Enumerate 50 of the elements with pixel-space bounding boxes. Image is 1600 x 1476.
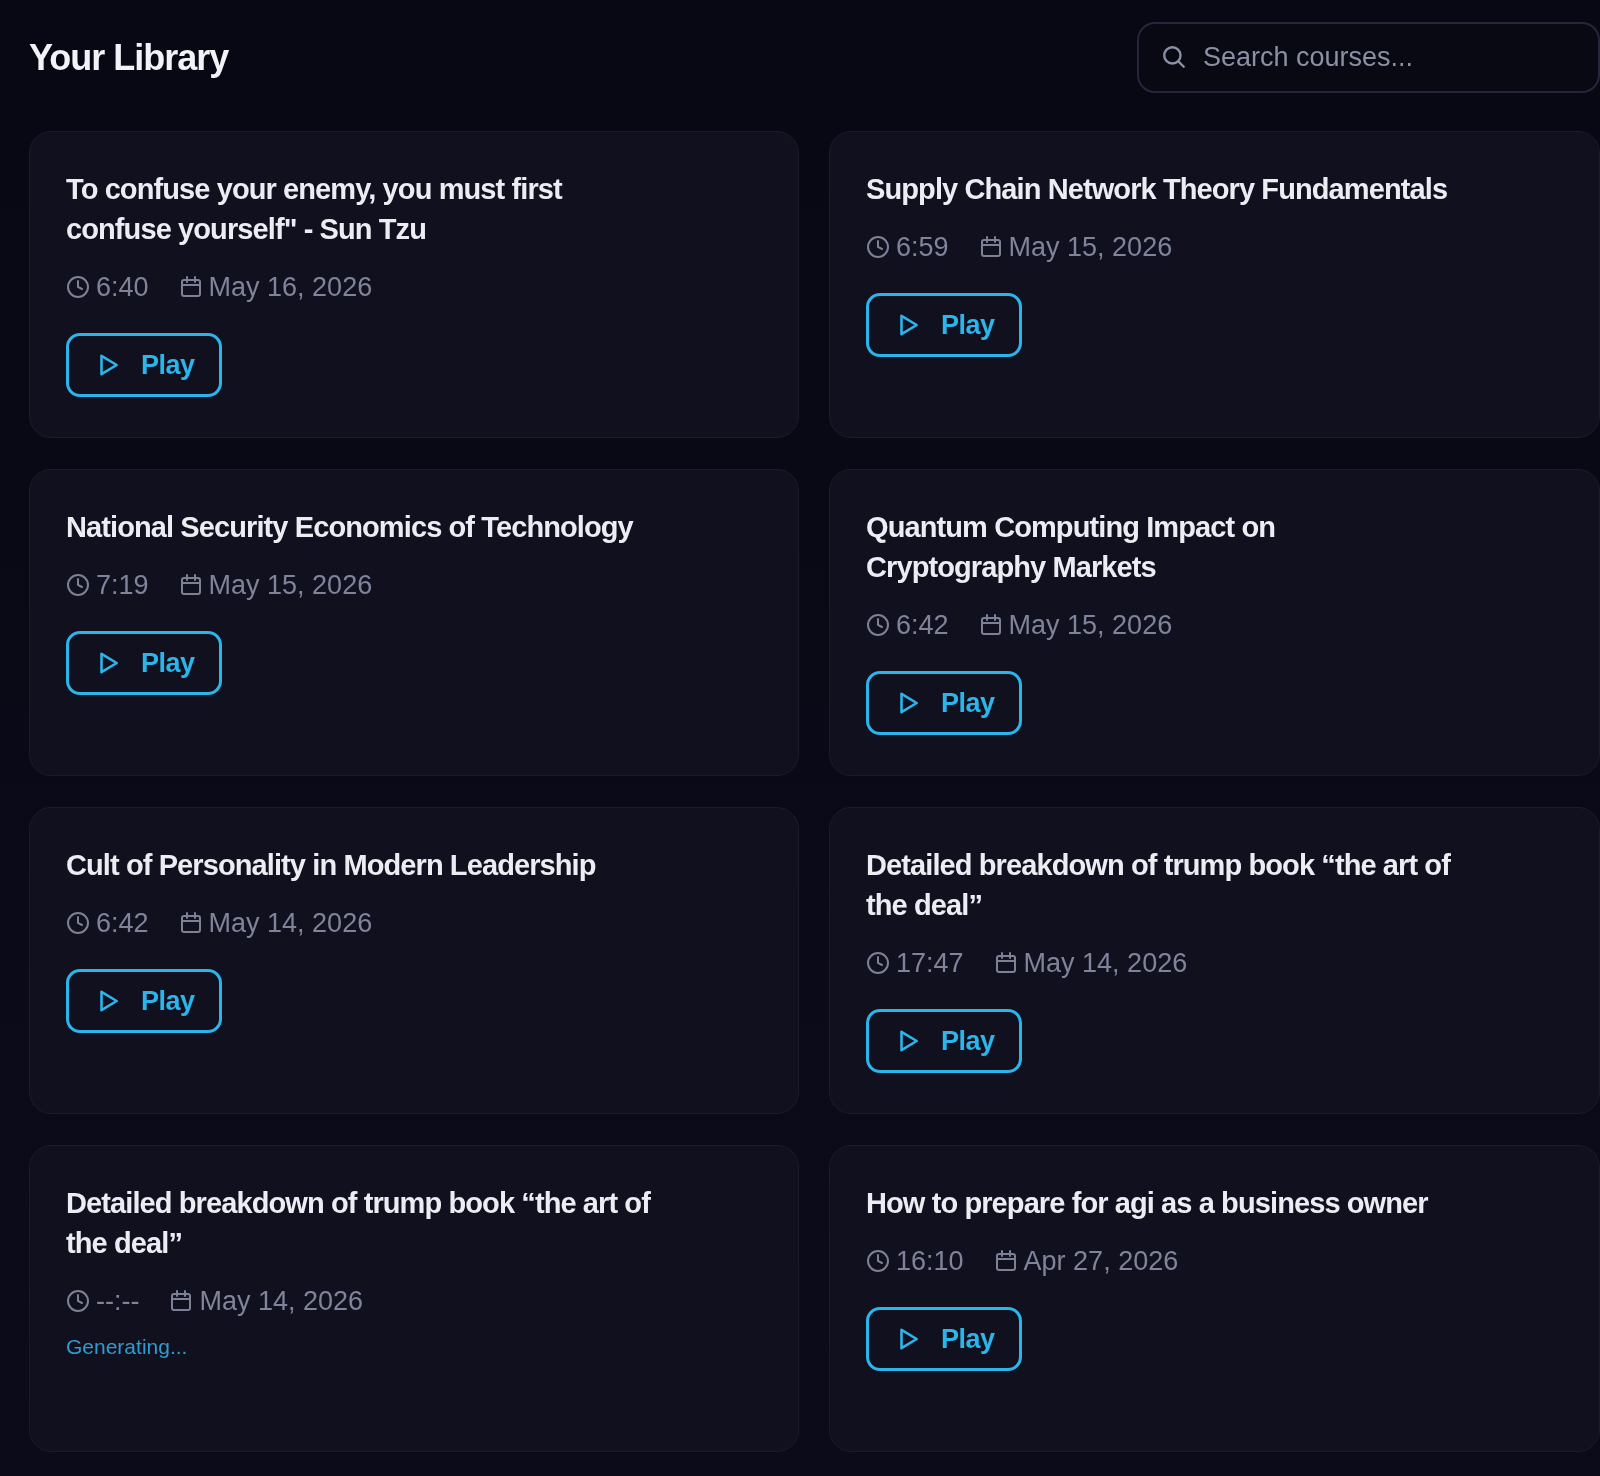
course-title: Detailed breakdown of trump book “the art of the deal” bbox=[866, 848, 1452, 923]
date-text: May 14, 2026 bbox=[208, 907, 373, 939]
date-text: May 15, 2026 bbox=[208, 569, 373, 601]
search-field[interactable]: Search courses... bbox=[1137, 22, 1600, 93]
duration-text: 6:42 bbox=[896, 609, 949, 641]
clock-icon bbox=[66, 911, 90, 935]
course-title: To confuse your enemy, you must first confuse yourself" - Sun Tzu bbox=[66, 172, 564, 247]
calendar-icon bbox=[993, 1249, 1018, 1273]
clock-icon bbox=[866, 1249, 890, 1273]
calendar-icon bbox=[169, 1289, 194, 1313]
date-text: May 14, 2026 bbox=[199, 1285, 364, 1317]
play-button[interactable]: Play bbox=[866, 293, 1022, 357]
date-text: May 15, 2026 bbox=[1008, 231, 1173, 263]
date-text: May 16, 2026 bbox=[208, 271, 373, 303]
course-title: Supply Chain Network Theory Fundamentals bbox=[866, 172, 1449, 207]
date-text: May 15, 2026 bbox=[1008, 609, 1173, 641]
clock-icon bbox=[66, 573, 90, 597]
calendar-icon bbox=[178, 275, 203, 299]
calendar-icon bbox=[178, 573, 203, 597]
play-button[interactable]: Play bbox=[66, 631, 222, 695]
calendar-icon bbox=[978, 613, 1003, 637]
clock-icon bbox=[866, 951, 890, 975]
page-title: Your Library bbox=[29, 36, 229, 79]
clock-icon bbox=[66, 275, 90, 299]
clock-icon bbox=[66, 1289, 90, 1313]
play-button[interactable]: Play bbox=[66, 969, 222, 1033]
date-text: May 14, 2026 bbox=[1023, 947, 1188, 979]
duration-text: 6:40 bbox=[96, 271, 149, 303]
course-title: How to prepare for agi as a business owner bbox=[866, 1186, 1429, 1221]
duration-text: 6:42 bbox=[96, 907, 149, 939]
course-title: Detailed breakdown of trump book “the art of the deal” bbox=[66, 1186, 652, 1261]
play-button[interactable]: Play bbox=[866, 671, 1022, 735]
course-title: Quantum Computing Impact on Cryptography Markets bbox=[866, 510, 1277, 585]
generating-status: Generating... bbox=[66, 1335, 189, 1359]
course-title: Cult of Personality in Modern Leadership bbox=[66, 848, 597, 883]
duration-text: 16:10 bbox=[896, 1245, 964, 1277]
duration-text: 7:19 bbox=[96, 569, 149, 601]
calendar-icon bbox=[993, 951, 1018, 975]
duration-text: 17:47 bbox=[896, 947, 964, 979]
course-title: National Security Economics of Technology bbox=[66, 510, 635, 545]
play-button[interactable]: Play bbox=[866, 1009, 1022, 1073]
duration-text: --:-- bbox=[96, 1285, 140, 1317]
clock-icon bbox=[866, 235, 890, 259]
play-button[interactable]: Play bbox=[66, 333, 222, 397]
calendar-icon bbox=[978, 235, 1003, 259]
date-text: Apr 27, 2026 bbox=[1023, 1245, 1179, 1277]
play-button[interactable]: Play bbox=[866, 1307, 1022, 1371]
clock-icon bbox=[866, 613, 890, 637]
duration-text: 6:59 bbox=[896, 231, 949, 263]
calendar-icon bbox=[178, 911, 203, 935]
